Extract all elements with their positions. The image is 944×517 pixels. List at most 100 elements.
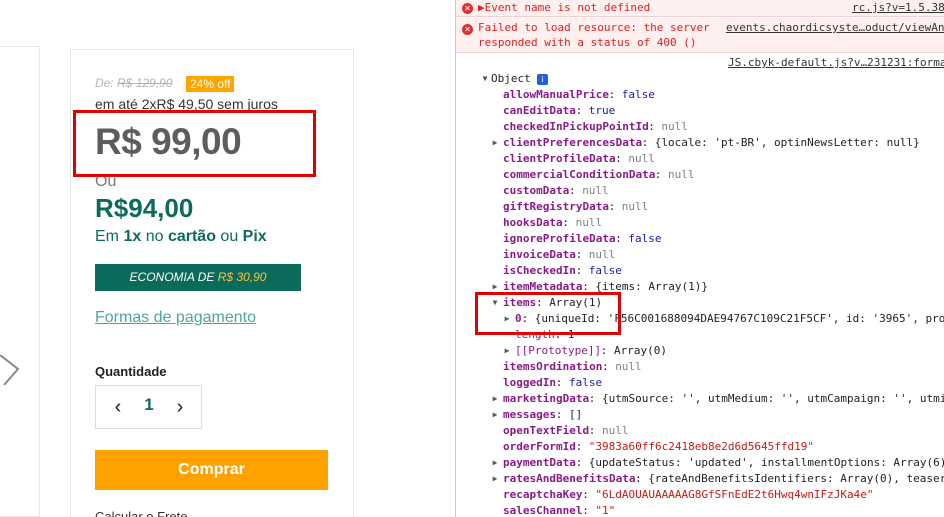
items-highlight-box (475, 292, 621, 335)
console-prop-key: giftRegistryData (503, 200, 609, 213)
console-prop-separator: : (608, 200, 616, 213)
console-prop-value: false (621, 88, 655, 101)
console-prop-separator: : (600, 344, 608, 357)
quantity-label: Quantidade (95, 364, 167, 379)
pix-line-mid: no (141, 228, 168, 245)
console-prop-value: "3983a60ff6c2418eb8e2d6d5645ffd19" (588, 440, 814, 453)
console-prop-value: null (668, 168, 695, 181)
old-price-value: R$ 129,90 (117, 76, 173, 90)
console-prop-key: commercialConditionData (503, 168, 656, 181)
console-prop-value: {locale: 'pt-BR', optinNewsLetter: null} (654, 136, 920, 149)
quantity-decrease-button[interactable]: ‹ (110, 396, 126, 418)
console-prop-separator: : (555, 376, 563, 389)
console-prop-key: recaptchaKey (503, 488, 583, 501)
console-prop-separator: : (555, 408, 563, 421)
console-prop-key: hooksData (503, 216, 563, 229)
console-error-row: ✕ ▶Event name is not defined rc.js?v=1.5… (456, 0, 944, 17)
savings-banner: ECONOMIA DE R$ 30,90 (95, 264, 301, 291)
console-prop-value: null (575, 216, 603, 229)
console-prop-key: itemsOrdination (503, 360, 603, 373)
console-prop-separator: : (654, 168, 662, 181)
console-prop-key: openTextField (503, 424, 590, 437)
console-prop-key: clientPreferencesData (503, 136, 643, 149)
expand-triangle-icon[interactable]: ▶ (502, 343, 512, 359)
console-prop-key: invoiceData (503, 248, 576, 261)
console-prop-value: "6LdAOUAUAAAAAG8GfSFnEdE2t6Hwq4wnIFzJKa4… (595, 488, 874, 501)
error-icon: ✕ (462, 24, 473, 35)
quantity-increase-button[interactable]: › (172, 396, 188, 418)
price-highlight-box (73, 110, 316, 177)
expand-triangle-icon[interactable]: ▼ (480, 71, 490, 87)
console-prop-value: null (615, 360, 642, 373)
expand-triangle-icon[interactable]: ▶ (490, 407, 500, 423)
console-prop-key: loggedIn (503, 376, 556, 389)
shipping-calc-label: Calcular o Frete (95, 509, 188, 517)
pix-payment-line: Em 1x no cartão ou Pix (95, 228, 267, 246)
pix-line-prefix: Em (95, 228, 124, 245)
old-price: De: R$ 129,90 (95, 76, 172, 90)
console-prop-key: salesChannel (503, 504, 583, 517)
console-prop-separator: : (588, 424, 596, 437)
console-error-text: ▶Event name is not defined (478, 1, 651, 14)
quantity-value[interactable]: 1 (136, 395, 162, 415)
console-prop-separator: : (575, 264, 583, 277)
product-image-next-icon[interactable] (0, 355, 22, 385)
console-prop-separator: : (575, 248, 583, 261)
console-prop-value: null (602, 424, 629, 437)
console-prop-separator: : (641, 136, 649, 149)
console-error-text-line1: Failed to load resource: the server (478, 21, 710, 34)
console-prop-value: {rateAndBenefitsIdentifiers: Array(0), t… (648, 472, 944, 485)
console-prop-separator: : (569, 184, 576, 197)
console-prop-key: ratesAndBenefitsData (503, 472, 636, 485)
console-source-link[interactable]: rc.js?v=1.5.38 (852, 1, 944, 14)
buy-button[interactable]: Comprar (95, 450, 328, 490)
console-prop-key: isCheckedIn (503, 264, 576, 277)
old-price-prefix: De: (95, 76, 118, 90)
payment-methods-link[interactable]: Formas de pagamento (95, 309, 256, 327)
console-prop-key: customData (503, 184, 570, 197)
console-prop-value: null (628, 152, 655, 165)
console-prop-separator: : (635, 472, 642, 485)
console-prop-key: paymentData (503, 456, 576, 469)
console-prop-separator: : (608, 88, 616, 101)
object-label: Object (491, 72, 531, 85)
console-prop-key: orderFormId (503, 440, 576, 453)
console-prop-key: ignoreProfileData (503, 232, 616, 245)
console-prop-separator: : (575, 440, 583, 453)
product-page: De: R$ 129,90 24% off em até 2xR$ 49,50 … (0, 0, 455, 517)
console-prop-separator: : (588, 392, 596, 405)
info-icon[interactable]: i (537, 74, 548, 85)
console-prop-value: {updateStatus: 'updated', installmentOpt… (588, 456, 944, 469)
console-prop-separator: : (582, 504, 589, 517)
savings-label: ECONOMIA DE (129, 270, 218, 284)
console-prop-separator: : (562, 216, 570, 229)
expand-triangle-icon[interactable]: ▶ (490, 135, 500, 151)
console-prop-value: false (569, 376, 603, 389)
console-prop-value: null (582, 184, 609, 197)
console-source-link[interactable]: events.chaordicsyste…oduct/viewAn (726, 21, 944, 34)
pix-line-times: 1x (123, 228, 142, 245)
pix-line-card: cartão (167, 228, 216, 245)
quantity-stepper: ‹ 1 › (95, 385, 202, 429)
console-prop-separator: : (575, 456, 583, 469)
console-source-link[interactable]: JS.cbyk-default.js?v…231231:forma (728, 56, 944, 69)
expand-triangle-icon[interactable]: ▶ (490, 455, 500, 471)
console-prop-separator: : (615, 152, 622, 165)
pix-line-or: ou (215, 228, 243, 245)
console-prop-key: checkedInPickupPointId (503, 120, 649, 133)
console-error-text-line2: responded with a status of 400 () (478, 36, 697, 49)
expand-triangle-icon[interactable]: ▶ (490, 391, 500, 407)
console-prop-separator: : (615, 232, 622, 245)
discount-badge: 24% off (186, 76, 235, 92)
pix-line-pix: Pix (242, 228, 267, 245)
console-prop-value: Array(0) (614, 344, 667, 357)
console-prop-key: messages (503, 408, 556, 421)
console-prop-value: null (661, 120, 688, 133)
console-prop-separator: : (582, 488, 589, 501)
console-prop-key: clientProfileData (503, 152, 616, 165)
console-prop-key: allowManualPrice (503, 88, 609, 101)
console-prop-key: canEditData (503, 104, 576, 117)
savings-amount: R$ 30,90 (217, 270, 267, 284)
console-prop-separator: : (648, 120, 655, 133)
expand-triangle-icon[interactable]: ▶ (490, 471, 500, 487)
